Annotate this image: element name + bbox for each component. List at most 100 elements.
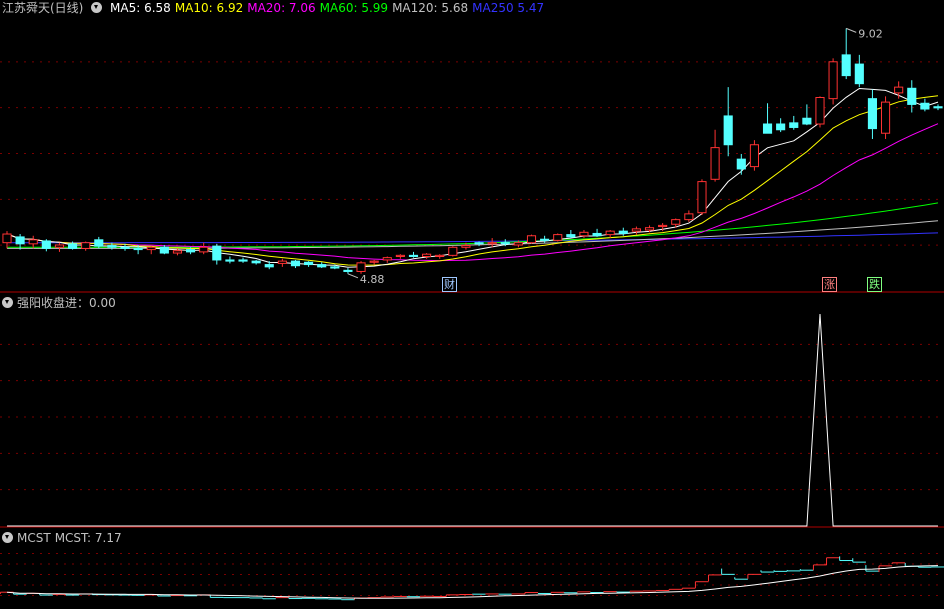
ma-legend-ma20: MA20: 7.06 [247,1,316,15]
strong-close-line [7,313,938,527]
mcst-step [550,591,565,594]
ma-legend: MA5: 6.58 MA10: 6.92 MA20: 7.06 MA60: 5.99 M… [110,1,548,15]
candle [828,58,838,105]
low-pointer [347,273,359,279]
candle-body [238,259,248,262]
candle-body [762,123,773,134]
candle-body [304,261,314,266]
candle [2,231,12,249]
ma-legend-ma120: MA120: 5.68 [392,1,469,15]
mcst-step [760,570,775,573]
candle-body [212,245,222,261]
candle-body [172,250,183,254]
candle [277,258,287,267]
candle-body [264,264,274,268]
candle-body [408,254,419,257]
candle-body [290,260,301,267]
candle-body [802,117,812,125]
candle-body [815,97,825,125]
stock-title: 江苏舜天(日线) [2,1,84,15]
candle [435,254,445,259]
candle [776,118,786,133]
sub1-menu-dropdown-icon[interactable] [2,297,13,308]
candle-body [2,233,12,244]
low-price-label: 4.88 [360,273,385,286]
high-pointer [846,27,857,33]
candle-body [828,61,838,100]
mcst-step [747,573,761,579]
sub2-header: MCST MCST: 7.17 [2,531,126,545]
main-menu-dropdown-icon[interactable] [91,2,103,13]
mcst-step [812,564,827,571]
candle-body [631,228,641,232]
event-marker-rise[interactable]: 涨 [820,277,839,292]
candle-body [28,239,38,245]
ma60-line [7,202,939,248]
candle-body [15,236,25,245]
candle-body [723,115,733,146]
candle-body [94,239,104,247]
candle [408,251,419,258]
mcst-step [773,570,788,572]
sub2-menu-dropdown-icon[interactable] [2,532,13,543]
candle [618,227,628,236]
mcst-step [524,592,539,594]
mcst-step [839,556,853,562]
candle-body [920,102,930,110]
candle [933,104,943,111]
candle-body [553,234,563,241]
candle-body [684,213,694,221]
candle-body [317,264,327,268]
mcst-step [721,568,735,575]
candle-body [618,230,628,234]
mcst-step [865,565,879,572]
candle-body [107,245,117,248]
candle-body [395,254,405,257]
candle [907,80,917,113]
candle [238,257,248,263]
candle [605,230,615,239]
event-marker-fall[interactable]: 跌 [865,277,884,292]
candle [815,96,825,128]
candle [749,140,759,171]
candle [382,256,392,263]
candle-body [448,246,458,256]
candle-body [736,158,746,170]
ma-legend-ma60: MA60: 5.99 [319,1,389,15]
candle-body [513,242,523,246]
candle-body [776,123,786,131]
mcst-step [786,569,801,572]
indicator-panel-strong-close[interactable] [7,313,938,527]
candle-body [133,247,143,251]
candle-body [487,242,497,245]
mcst-step [891,562,906,564]
mcst-step [708,574,722,582]
event-marker-finance[interactable]: 财 [440,277,459,292]
mcst-step [288,597,303,600]
mcst-step [799,569,814,571]
candle [920,98,930,112]
candle-body [474,242,484,245]
candle [880,96,891,139]
ma5-line [6,87,939,268]
candle [212,243,222,265]
candle-body [343,269,353,272]
candle-body [658,224,668,228]
candle-body [789,122,799,128]
candle-body [671,219,681,225]
candle [395,254,405,259]
indicator-panel-mcst[interactable] [0,556,944,601]
mcst-step [734,577,748,580]
candle-body [382,257,392,261]
candle-body [461,245,471,248]
candle-body [579,231,589,237]
candle [225,256,235,264]
candle [199,242,209,255]
candle-body [146,246,156,251]
main-price-panel[interactable]: 9.02 4.88 [2,27,943,286]
candle-body [566,234,576,238]
candle-body [277,260,287,264]
candle-body [81,242,91,249]
candle-body [605,230,615,236]
ma10-line [6,95,939,266]
